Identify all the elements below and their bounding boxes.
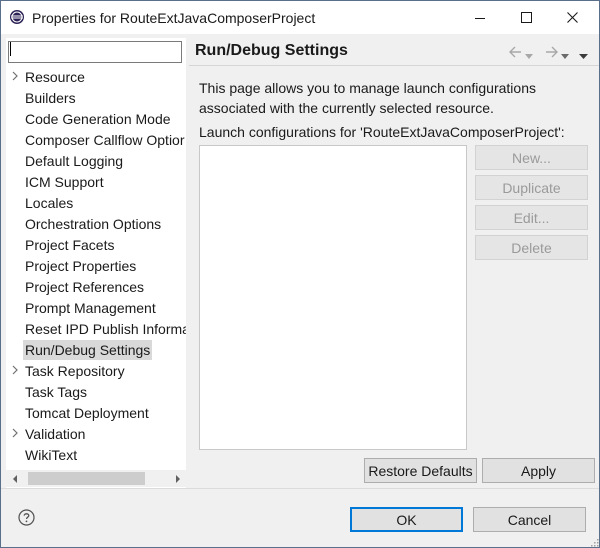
tree-item-label: Default Logging (25, 153, 124, 169)
tree-item-label: Validation (25, 426, 86, 442)
tree-item-label: Task Repository (25, 363, 125, 379)
tree-item-icm-support[interactable]: ICM Support (6, 171, 186, 192)
restore-defaults-button[interactable]: Restore Defaults (364, 458, 477, 483)
chevron-right-icon[interactable] (10, 365, 20, 375)
tree-item-label: Prompt Management (25, 300, 156, 316)
launch-configurations-label: Launch configurations for 'RouteExtJavaC… (199, 124, 565, 140)
dropdown-arrow-icon (525, 54, 533, 59)
apply-label: Apply (520, 462, 557, 479)
tree-item-task-tags[interactable]: Task Tags (6, 381, 186, 402)
tree-item-builders[interactable]: Builders (6, 87, 186, 108)
tree-item-task-repository[interactable]: Task Repository (6, 360, 186, 381)
tree-item-composer-callflow-options[interactable]: Composer Callflow Optior (6, 129, 186, 150)
close-icon (566, 12, 578, 23)
minimize-icon (475, 17, 485, 19)
forward-menu-button[interactable] (561, 47, 569, 63)
tree-item-wikitext[interactable]: WikiText (6, 444, 186, 465)
arrow-left-icon (12, 474, 17, 483)
back-button[interactable] (509, 45, 522, 61)
tree-item-label: Project Facets (25, 237, 115, 253)
tree-item-label: Resource (25, 69, 85, 85)
duplicate-button-label: Duplicate (502, 179, 561, 196)
view-menu-icon (579, 54, 588, 59)
scroll-left-button[interactable] (6, 470, 23, 487)
resize-grip-icon[interactable] (589, 537, 599, 547)
tree-item-label: ICM Support (25, 174, 104, 190)
tree-item-project-facets[interactable]: Project Facets (6, 234, 186, 255)
text-cursor (10, 42, 11, 56)
page-title: Run/Debug Settings (195, 42, 348, 59)
eclipse-app-icon (10, 10, 24, 24)
duplicate-button[interactable]: Duplicate (475, 175, 588, 200)
tree-item-label: Reset IPD Publish Informa (25, 321, 186, 337)
tree-item-tomcat-deployment[interactable]: Tomcat Deployment (6, 402, 186, 423)
cancel-button[interactable]: Cancel (473, 507, 586, 532)
dropdown-arrow-icon (561, 54, 569, 59)
back-arrow-icon (509, 46, 521, 58)
horizontal-scrollbar[interactable] (6, 470, 186, 487)
footer-divider (1, 488, 599, 489)
tree-item-label: Task Tags (25, 384, 87, 400)
scrollbar-thumb[interactable] (28, 472, 145, 485)
help-icon[interactable] (18, 509, 35, 526)
arrow-right-icon (175, 474, 180, 483)
tree-item-label: Builders (25, 90, 76, 106)
tree-item-run-debug-settings[interactable]: Run/Debug Settings (6, 339, 186, 360)
tree-item-label: Tomcat Deployment (25, 405, 149, 421)
tree-item-project-references[interactable]: Project References (6, 276, 186, 297)
properties-dialog: Properties for RouteExtJavaComposerProje… (0, 0, 600, 548)
window-title: Properties for RouteExtJavaComposerProje… (32, 10, 316, 26)
tree-item-reset-ipd-publish-information[interactable]: Reset IPD Publish Informa (6, 318, 186, 339)
tree-item-prompt-management[interactable]: Prompt Management (6, 297, 186, 318)
cancel-label: Cancel (507, 511, 552, 528)
category-tree: Resource Builders Code Generation Mode C… (6, 66, 186, 473)
filter-input[interactable] (8, 41, 182, 63)
category-tree-panel: Resource Builders Code Generation Mode C… (6, 38, 186, 488)
tree-item-label: Locales (25, 195, 74, 211)
apply-button[interactable]: Apply (482, 458, 595, 483)
tree-item-label: WikiText (25, 447, 78, 463)
tree-item-label: Orchestration Options (25, 216, 162, 232)
new-button-label: New... (512, 149, 551, 166)
tree-item-orchestration-options[interactable]: Orchestration Options (6, 213, 186, 234)
new-button[interactable]: New... (475, 145, 588, 170)
maximize-icon (520, 12, 532, 23)
delete-button-label: Delete (511, 239, 552, 256)
tree-item-label: Composer Callflow Optior (25, 132, 185, 148)
maximize-button[interactable] (503, 1, 549, 34)
tree-item-label: Project Properties (25, 258, 137, 274)
minimize-button[interactable] (457, 1, 503, 34)
tree-item-validation[interactable]: Validation (6, 423, 186, 444)
edit-button[interactable]: Edit... (475, 205, 588, 230)
view-menu-button[interactable] (579, 47, 588, 63)
ok-button[interactable]: OK (350, 507, 463, 532)
forward-button[interactable] (545, 45, 558, 61)
tree-item-label: Project References (25, 279, 145, 295)
tree-item-label: Code Generation Mode (25, 111, 171, 127)
settings-page: Run/Debug Settings This page allows you … (189, 38, 599, 488)
tree-item-code-generation-mode[interactable]: Code Generation Mode (6, 108, 186, 129)
restore-defaults-label: Restore Defaults (368, 462, 473, 479)
chevron-right-icon[interactable] (10, 71, 20, 81)
back-menu-button[interactable] (525, 47, 533, 63)
launch-configurations-list[interactable] (199, 145, 467, 450)
title-bar: Properties for RouteExtJavaComposerProje… (1, 1, 599, 34)
page-header: Run/Debug Settings (189, 38, 599, 66)
forward-arrow-icon (546, 46, 558, 58)
page-description: This page allows you to manage launch co… (199, 80, 536, 116)
chevron-right-icon[interactable] (10, 428, 20, 438)
delete-button[interactable]: Delete (475, 235, 588, 260)
close-button[interactable] (549, 1, 595, 34)
tree-item-label: Run/Debug Settings (23, 340, 153, 360)
edit-button-label: Edit... (513, 209, 550, 226)
scroll-right-button[interactable] (169, 470, 186, 487)
tree-item-default-logging[interactable]: Default Logging (6, 150, 186, 171)
tree-item-locales[interactable]: Locales (6, 192, 186, 213)
tree-item-project-properties[interactable]: Project Properties (6, 255, 186, 276)
ok-label: OK (396, 511, 417, 528)
tree-item-resource[interactable]: Resource (6, 66, 186, 87)
